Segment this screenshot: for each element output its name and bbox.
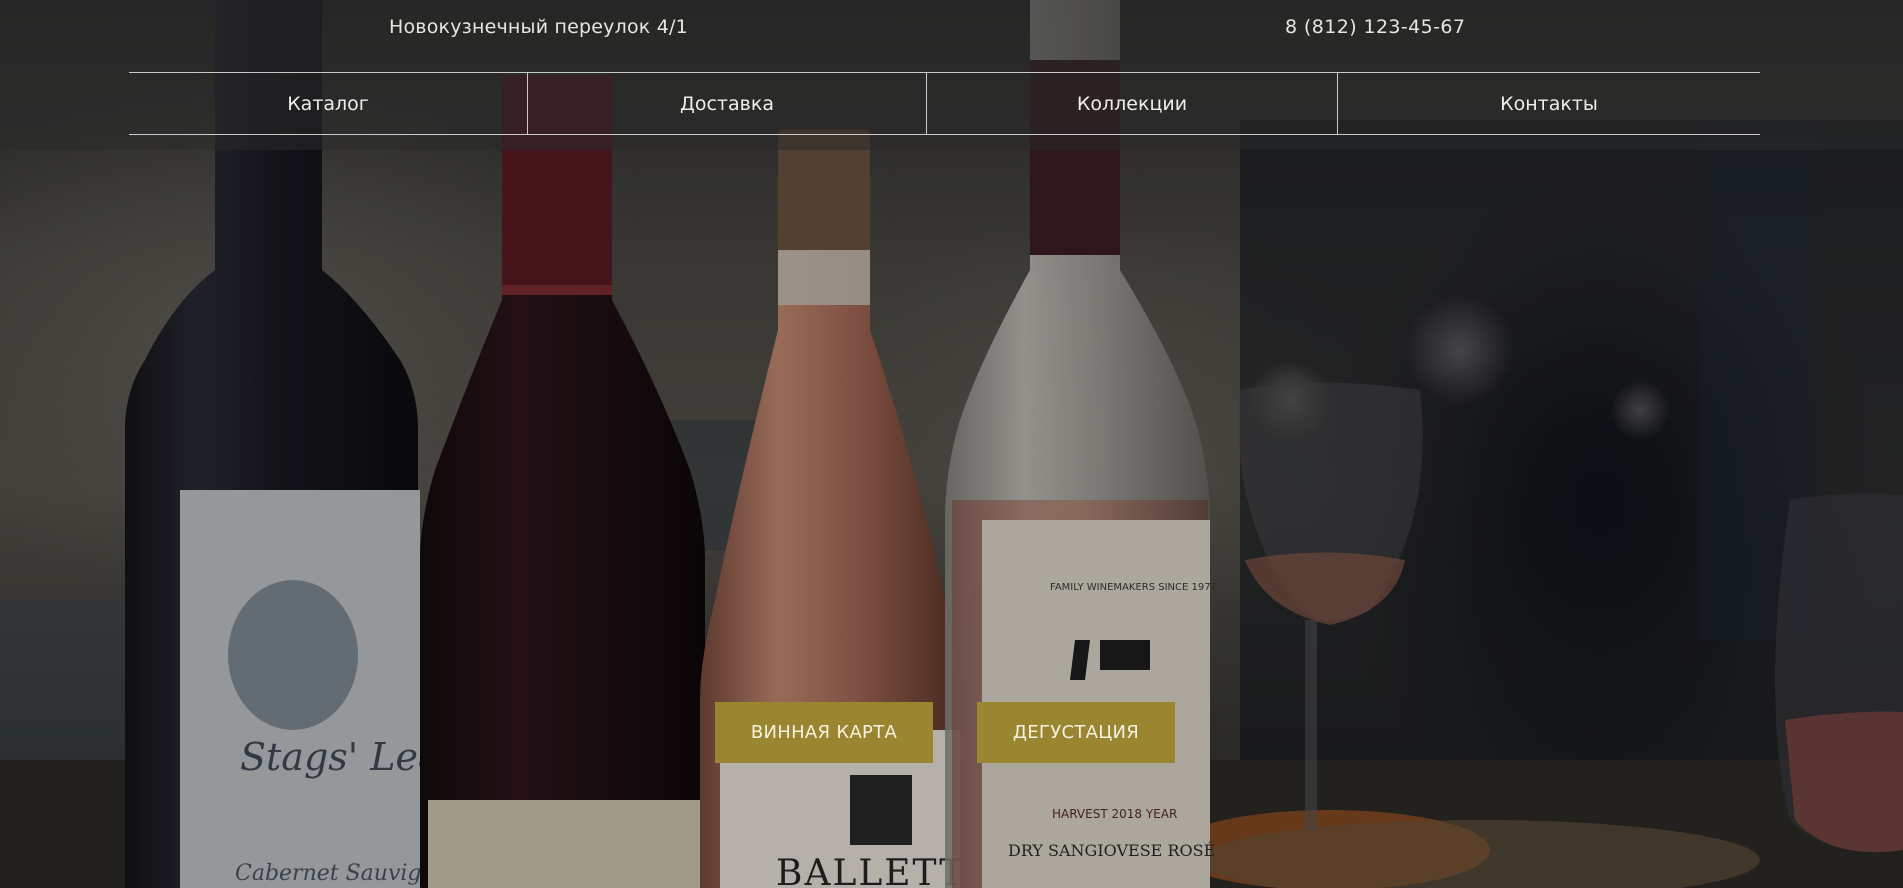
hero-section: Stags' Leap Cabernet Sauvignon BALLETTO …: [0, 0, 1903, 888]
main-nav: Каталог Доставка Коллекции Контакты: [129, 72, 1760, 135]
tasting-button[interactable]: ДЕГУСТАЦИЯ: [977, 702, 1175, 763]
nav-item-contacts[interactable]: Контакты: [1337, 73, 1760, 134]
top-info-bar: Новокузнечный переулок 4/1 8 (812) 123-4…: [0, 0, 1903, 60]
nav-item-delivery[interactable]: Доставка: [527, 73, 926, 134]
address-text: Новокузнечный переулок 4/1: [389, 16, 688, 38]
nav-item-catalog[interactable]: Каталог: [129, 73, 527, 134]
phone-link[interactable]: 8 (812) 123-45-67: [1285, 16, 1465, 38]
nav-item-collections[interactable]: Коллекции: [926, 73, 1337, 134]
wine-list-button[interactable]: ВИННАЯ КАРТА: [715, 702, 933, 763]
